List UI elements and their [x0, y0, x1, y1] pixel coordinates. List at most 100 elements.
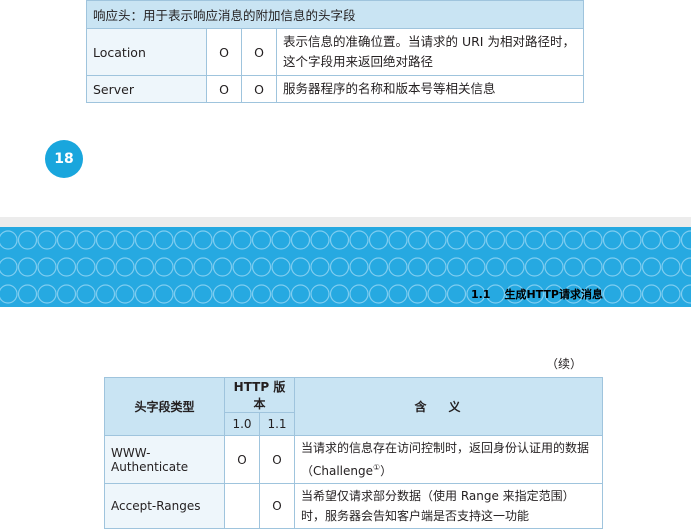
decorative-circle	[155, 258, 173, 276]
decorative-circle	[565, 231, 583, 249]
decorative-circle	[389, 285, 407, 303]
table-section-row: 响应头：用于表示响应消息的附加信息的头字段	[87, 1, 584, 29]
decorative-circle	[116, 231, 134, 249]
table-header-row: 头字段类型 HTTP 版本 含义	[105, 378, 603, 413]
decorative-circle	[311, 285, 329, 303]
http11-support: O	[242, 29, 277, 76]
decorative-circle	[175, 258, 193, 276]
decorative-circle	[682, 231, 691, 249]
page-divider	[0, 217, 691, 227]
decorative-circle	[662, 258, 680, 276]
decorative-circle	[194, 285, 212, 303]
decorative-circle	[233, 231, 251, 249]
decorative-circle	[0, 258, 17, 276]
decorative-circle	[272, 285, 290, 303]
decorative-circle	[19, 258, 37, 276]
decorative-circle	[604, 231, 622, 249]
decorative-circle	[136, 231, 154, 249]
column-header-type: 头字段类型	[105, 378, 225, 436]
decorative-circle	[19, 285, 37, 303]
http10-support: O	[207, 76, 242, 103]
decorative-circle	[662, 285, 680, 303]
decorative-circle	[545, 231, 563, 249]
decorative-circle	[623, 285, 641, 303]
field-meaning: 当希望仅请求部分数据（使用 Range 来指定范围）时，服务器会告知客户端是否支…	[295, 484, 603, 529]
decorative-circle	[623, 258, 641, 276]
http10-support	[225, 484, 260, 529]
decorative-circle	[311, 258, 329, 276]
decorative-circle	[38, 258, 56, 276]
decorative-circle	[331, 231, 349, 249]
decorative-circle	[448, 231, 466, 249]
decorative-circle	[38, 231, 56, 249]
decorative-circle	[604, 258, 622, 276]
decorative-circle	[487, 258, 505, 276]
field-name: Server	[87, 76, 207, 103]
decorative-circle	[214, 231, 232, 249]
decorative-circle	[292, 231, 310, 249]
decorative-circle	[643, 285, 661, 303]
table-row: Location O O 表示信息的准确位置。当请求的 URI 为相对路径时，这…	[87, 29, 584, 76]
decorative-circle	[214, 285, 232, 303]
section-number: 1.1	[471, 288, 491, 301]
decorative-circle	[116, 285, 134, 303]
decorative-circle	[409, 258, 427, 276]
decorative-circle	[506, 258, 524, 276]
decorative-circle	[175, 231, 193, 249]
decorative-circle	[370, 258, 388, 276]
decorative-circle	[448, 285, 466, 303]
decorative-circle	[0, 285, 17, 303]
decorative-circle	[272, 258, 290, 276]
decorative-circle	[506, 231, 524, 249]
decorative-circle	[526, 231, 544, 249]
decorative-circle	[428, 231, 446, 249]
decorative-circle	[350, 285, 368, 303]
section-title: 生成HTTP请求消息	[504, 288, 603, 301]
decorative-circle	[682, 285, 691, 303]
column-header-v10: 1.0	[225, 413, 260, 436]
decorative-circle	[643, 231, 661, 249]
decorative-circle	[311, 231, 329, 249]
http10-support: O	[225, 436, 260, 484]
decorative-circle	[409, 285, 427, 303]
decorative-circle	[428, 285, 446, 303]
decorative-circle	[253, 231, 271, 249]
decorative-circle	[253, 258, 271, 276]
decorative-circle	[604, 285, 622, 303]
decorative-circle	[682, 258, 691, 276]
decorative-circle	[292, 258, 310, 276]
header-fields-table: 头字段类型 HTTP 版本 含义 1.0 1.1 WWW-Authenticat…	[104, 377, 603, 529]
decorative-circle	[526, 258, 544, 276]
decorative-circle	[136, 258, 154, 276]
decorative-circle	[155, 231, 173, 249]
decorative-circle	[97, 231, 115, 249]
meaning-text: 当请求的信息存在访问控制时，返回身份认证用的数据（Challenge	[301, 441, 589, 478]
field-meaning: 表示信息的准确位置。当请求的 URI 为相对路径时，这个字段用来返回绝对路径	[277, 29, 584, 76]
decorative-circle	[389, 258, 407, 276]
decorative-circle	[136, 285, 154, 303]
decorative-circle	[233, 258, 251, 276]
chapter-banner: 1.1 生成HTTP请求消息	[0, 227, 691, 307]
decorative-circle	[370, 231, 388, 249]
decorative-circle	[350, 231, 368, 249]
table-row: Server O O 服务器程序的名称和版本号等相关信息	[87, 76, 584, 103]
decorative-circle	[97, 285, 115, 303]
decorative-circle	[389, 231, 407, 249]
banner-section-heading: 1.1 生成HTTP请求消息	[471, 286, 603, 302]
decorative-circle	[331, 285, 349, 303]
decorative-circle	[214, 258, 232, 276]
decorative-circle	[448, 258, 466, 276]
http11-support: O	[260, 484, 295, 529]
decorative-circle	[643, 258, 661, 276]
decorative-circle	[331, 258, 349, 276]
field-name: Location	[87, 29, 207, 76]
decorative-circle	[467, 231, 485, 249]
decorative-circle	[155, 285, 173, 303]
http11-support: O	[260, 436, 295, 484]
decorative-circle	[253, 285, 271, 303]
page-number-badge: 18	[45, 140, 83, 178]
meaning-tail: ）	[380, 464, 392, 478]
decorative-circle	[77, 258, 95, 276]
decorative-circle	[194, 231, 212, 249]
column-header-meaning: 含义	[295, 378, 603, 436]
